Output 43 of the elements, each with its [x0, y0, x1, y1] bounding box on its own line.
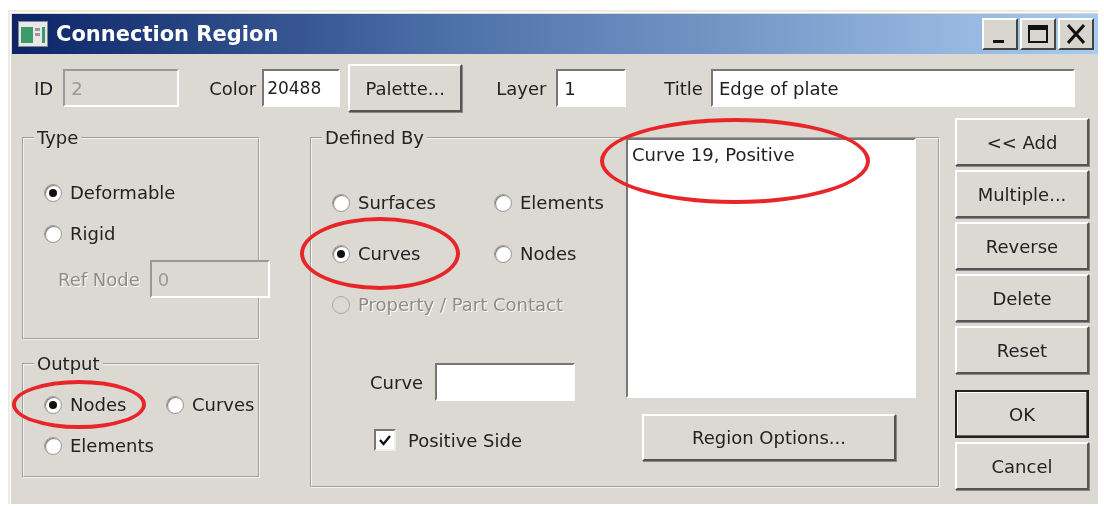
region-options-button[interactable]: Region Options...: [642, 414, 896, 461]
radio-button[interactable]: Nodes: [44, 394, 127, 415]
radio-button[interactable]: Deformable: [44, 182, 176, 203]
group-label: Type: [36, 128, 80, 148]
list-box[interactable]: Curve 19, Positive: [626, 138, 916, 398]
field-label: Layer: [496, 77, 547, 99]
dialog-button[interactable]: Delete: [955, 274, 1089, 322]
field-label: Color: [209, 77, 257, 99]
window-icon: [18, 21, 48, 47]
dialog-button[interactable]: Reverse: [955, 222, 1089, 270]
maximize-icon: [1028, 25, 1048, 43]
field-label: ID: [34, 77, 54, 99]
radio-button[interactable]: Surfaces: [332, 192, 436, 213]
input-field[interactable]: [435, 363, 576, 401]
radio-button[interactable]: Elements: [44, 435, 154, 456]
dialog-button[interactable]: OK: [955, 390, 1089, 438]
radio-button[interactable]: Elements: [494, 192, 604, 213]
group-label: Output: [36, 354, 101, 374]
dialog-button[interactable]: Reset: [955, 326, 1089, 374]
field-label: Ref Node: [58, 268, 140, 290]
dialog-button[interactable]: Cancel: [955, 442, 1089, 490]
radio-button[interactable]: Curves: [332, 243, 421, 264]
minimize-icon: [992, 39, 1004, 43]
radio-button[interactable]: Rigid: [44, 223, 116, 244]
input-field[interactable]: Edge of plate: [710, 69, 1075, 107]
group-label: Defined By: [324, 128, 425, 148]
palette-button[interactable]: Palette...: [348, 64, 463, 112]
dialog-button[interactable]: << Add: [955, 118, 1089, 166]
minimize-button[interactable]: [982, 18, 1018, 50]
field-label: Curve: [370, 371, 424, 393]
radio-button[interactable]: Curves: [165, 394, 255, 415]
maximize-button[interactable]: [1020, 18, 1056, 50]
window-title: Connection Region: [56, 22, 280, 46]
checkbox[interactable]: Positive Side: [374, 429, 523, 451]
radio-button[interactable]: Nodes: [494, 243, 577, 264]
list-item[interactable]: Curve 19, Positive: [632, 144, 795, 165]
dialog-button[interactable]: Multiple...: [955, 170, 1089, 218]
input-field[interactable]: 20488: [262, 69, 341, 107]
close-button[interactable]: [1058, 18, 1094, 50]
close-icon: [1067, 24, 1085, 44]
checkmark-icon: [378, 433, 392, 447]
input-field[interactable]: 1: [556, 69, 627, 107]
field-label: Title: [664, 77, 703, 99]
